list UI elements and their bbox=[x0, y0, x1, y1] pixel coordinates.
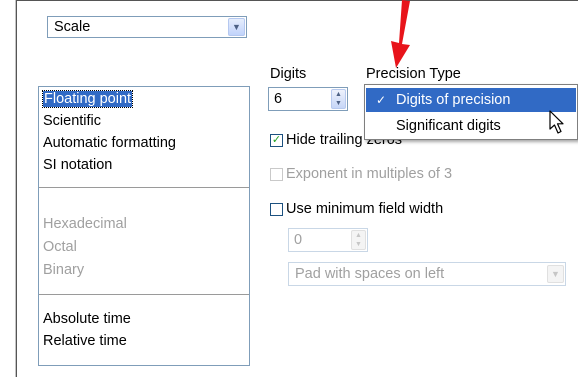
min-width-value: 0 bbox=[294, 232, 303, 248]
exponent-multiples-label: Exponent in multiples of 3 bbox=[286, 166, 453, 182]
pad-dropdown-value: Pad with spaces on left bbox=[295, 266, 445, 282]
precision-type-menu: ✓ Digits of precision Significant digits bbox=[364, 84, 578, 140]
format-type-list[interactable]: Floating point Scientific Automatic form… bbox=[38, 86, 250, 366]
list-item-scientific[interactable]: Scientific bbox=[43, 111, 101, 131]
checkbox-box[interactable] bbox=[270, 203, 283, 216]
menu-item-significant-digits[interactable]: Significant digits bbox=[366, 114, 576, 138]
chevron-down-icon[interactable]: ▼ bbox=[228, 18, 245, 36]
spinner-arrows-icon: ▲ ▼ bbox=[351, 230, 366, 250]
mouse-cursor-icon bbox=[549, 110, 564, 134]
digits-value: 6 bbox=[274, 91, 283, 107]
checkmark-icon[interactable]: ✓ bbox=[270, 134, 283, 147]
list-item-relative-time[interactable]: Relative time bbox=[43, 331, 127, 351]
scale-dropdown-value: Scale bbox=[54, 19, 91, 35]
scale-dropdown[interactable]: Scale ▼ bbox=[47, 16, 247, 38]
list-item-floating-point[interactable]: Floating point bbox=[41, 89, 134, 109]
checkbox-box bbox=[270, 168, 283, 181]
digits-label: Digits bbox=[270, 66, 307, 82]
chevron-down-icon: ▼ bbox=[547, 265, 564, 283]
list-item-automatic-formatting[interactable]: Automatic formatting bbox=[43, 133, 176, 153]
list-item-absolute-time[interactable]: Absolute time bbox=[43, 309, 131, 329]
list-separator bbox=[39, 294, 249, 295]
list-item-si-notation[interactable]: SI notation bbox=[43, 155, 112, 175]
menu-item-digits-of-precision[interactable]: ✓ Digits of precision bbox=[366, 88, 576, 112]
list-item-octal: Octal bbox=[43, 239, 77, 255]
list-item-hexadecimal: Hexadecimal bbox=[43, 216, 127, 232]
list-separator bbox=[39, 187, 249, 188]
spinner-arrows-icon[interactable]: ▲ ▼ bbox=[331, 89, 346, 109]
red-arrow-annotation bbox=[391, 0, 410, 68]
pad-dropdown: Pad with spaces on left ▼ bbox=[288, 262, 566, 286]
list-item-binary: Binary bbox=[43, 262, 85, 278]
min-field-width-label: Use minimum field width bbox=[286, 201, 444, 217]
min-width-spinner: 0 ▲ ▼ bbox=[288, 228, 368, 252]
digits-spinner[interactable]: 6 ▲ ▼ bbox=[268, 87, 348, 111]
checkmark-icon: ✓ bbox=[376, 93, 387, 107]
